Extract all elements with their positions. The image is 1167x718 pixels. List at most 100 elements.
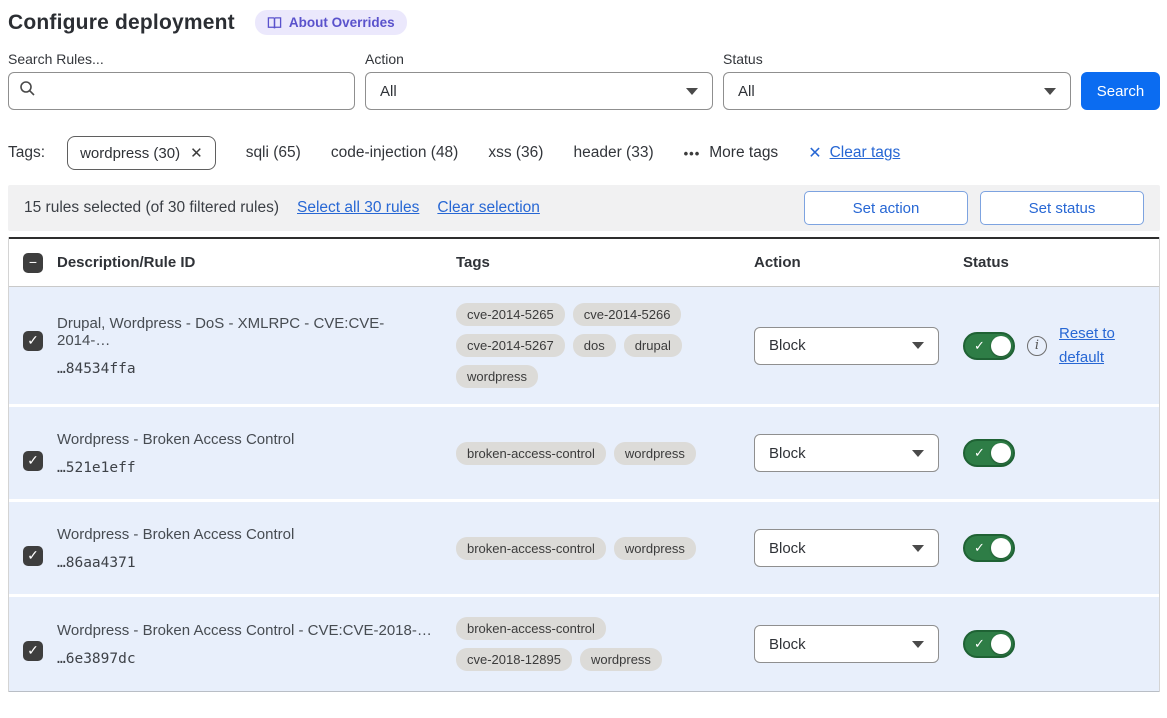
column-header-description: Description/Rule ID [57,254,456,271]
chevron-down-icon [912,545,924,552]
tag-option[interactable]: code-injection (48) [331,144,459,162]
page-header: Configure deployment About Overrides [8,10,1160,35]
selection-summary: 15 rules selected (of 30 filtered rules) [24,199,279,217]
search-rules-input[interactable] [44,83,344,100]
tag-pill: broken-access-control [456,617,606,640]
rule-description: Drupal, Wordpress - DoS - XMLRPC - CVE:C… [57,315,436,349]
chevron-down-icon [912,342,924,349]
check-icon: ✓ [974,445,985,461]
selection-bar: 15 rules selected (of 30 filtered rules)… [8,185,1160,231]
search-rules-box [8,72,355,110]
column-header-action: Action [754,254,959,271]
toggle-knob [991,443,1011,463]
action-value: Block [769,540,806,557]
action-select[interactable]: Block [754,529,939,567]
rule-id: …521e1eff [57,460,436,476]
column-header-status: Status [959,254,1159,271]
rule-description: Wordpress - Broken Access Control - CVE:… [57,622,436,639]
row-checkbox[interactable]: ✓ [23,641,43,661]
more-tags-label: More tags [709,144,778,162]
tag-option[interactable]: xss (36) [488,144,543,162]
set-action-button[interactable]: Set action [804,191,968,225]
rule-tags: broken-access-controlwordpress [456,537,708,560]
tags-label: Tags: [8,144,45,162]
remove-tag-icon[interactable]: ✕ [190,144,203,162]
toggle-knob [991,336,1011,356]
rule-id: …86aa4371 [57,555,436,571]
tag-pill: broken-access-control [456,537,606,560]
column-header-tags: Tags [456,254,754,271]
chevron-down-icon [1044,88,1056,95]
clear-tags-label: Clear tags [830,144,901,162]
rule-tags: cve-2014-5265cve-2014-5266cve-2014-5267d… [456,303,708,388]
about-overrides-badge[interactable]: About Overrides [255,10,407,35]
status-filter-label: Status [723,51,1071,67]
table-row: ✓ Wordpress - Broken Access Control …86a… [9,502,1159,597]
tag-pill: broken-access-control [456,442,606,465]
search-rules-label: Search Rules... [8,51,355,67]
status-filter-select[interactable]: All [723,72,1071,110]
rule-tags: broken-access-control cve-2018-12895 wordp… [456,617,708,671]
action-value: Block [769,636,806,653]
action-filter-select[interactable]: All [365,72,713,110]
status-toggle[interactable]: ✓ [963,332,1015,360]
row-checkbox[interactable]: ✓ [23,451,43,471]
rule-description: Wordpress - Broken Access Control [57,526,436,543]
check-icon: ✓ [974,636,985,652]
action-value: Block [769,337,806,354]
book-icon [267,16,282,30]
tag-pill: cve-2014-5266 [573,303,682,326]
table-header: − Description/Rule ID Tags Action Status [9,237,1159,287]
close-icon: ✕ [808,143,821,163]
info-icon[interactable]: i [1027,336,1047,356]
search-button[interactable]: Search [1081,72,1160,110]
selected-tag-label: wordpress (30) [80,145,180,162]
toggle-knob [991,538,1011,558]
action-filter-label: Action [365,51,713,67]
reset-to-default-link[interactable]: Reset to default [1059,322,1125,369]
set-status-button[interactable]: Set status [980,191,1144,225]
select-all-checkbox[interactable]: − [23,253,43,273]
table-row: ✓ Wordpress - Broken Access Control - CV… [9,597,1159,692]
rule-tags: broken-access-control wordpress [456,442,708,465]
rule-id: …84534ffa [57,361,436,377]
search-icon [19,80,36,102]
ellipsis-icon: ••• [684,146,701,161]
action-filter-value: All [380,83,397,100]
table-body: ✓ Drupal, Wordpress - DoS - XMLRPC - CVE… [9,287,1159,692]
row-checkbox[interactable]: ✓ [23,546,43,566]
status-toggle[interactable]: ✓ [963,630,1015,658]
more-tags-button[interactable]: ••• More tags [684,144,779,162]
check-icon: ✓ [974,540,985,556]
check-icon: ✓ [974,338,985,354]
toggle-knob [991,634,1011,654]
action-select[interactable]: Block [754,434,939,472]
rules-table: − Description/Rule ID Tags Action Status… [8,237,1160,692]
about-overrides-label: About Overrides [289,15,395,30]
select-all-link[interactable]: Select all 30 rules [297,199,419,217]
action-select[interactable]: Block [754,327,939,365]
tags-bar: Tags: wordpress (30) ✕ sqli (65) code-inj… [8,136,1160,170]
tag-pill: dos [573,334,616,357]
action-value: Block [769,445,806,462]
tag-pill: wordpress [614,442,696,465]
tag-pill: cve-2018-12895 [456,648,572,671]
tag-pill: wordpress [456,365,538,388]
chevron-down-icon [912,641,924,648]
status-toggle[interactable]: ✓ [963,534,1015,562]
action-select[interactable]: Block [754,625,939,663]
tag-pill: wordpress [580,648,662,671]
selected-tag-wordpress[interactable]: wordpress (30) ✕ [67,136,216,170]
tag-option[interactable]: header (33) [573,144,653,162]
filter-bar: Search Rules... Action All Status All Se… [8,51,1160,110]
clear-selection-link[interactable]: Clear selection [437,199,540,217]
row-checkbox[interactable]: ✓ [23,331,43,351]
clear-tags-link[interactable]: ✕ Clear tags [808,143,900,163]
page-title: Configure deployment [8,11,235,35]
tag-option[interactable]: sqli (65) [246,144,301,162]
status-toggle[interactable]: ✓ [963,439,1015,467]
rule-description: Wordpress - Broken Access Control [57,431,436,448]
chevron-down-icon [912,450,924,457]
tag-pill: drupal [624,334,682,357]
status-filter-value: All [738,83,755,100]
